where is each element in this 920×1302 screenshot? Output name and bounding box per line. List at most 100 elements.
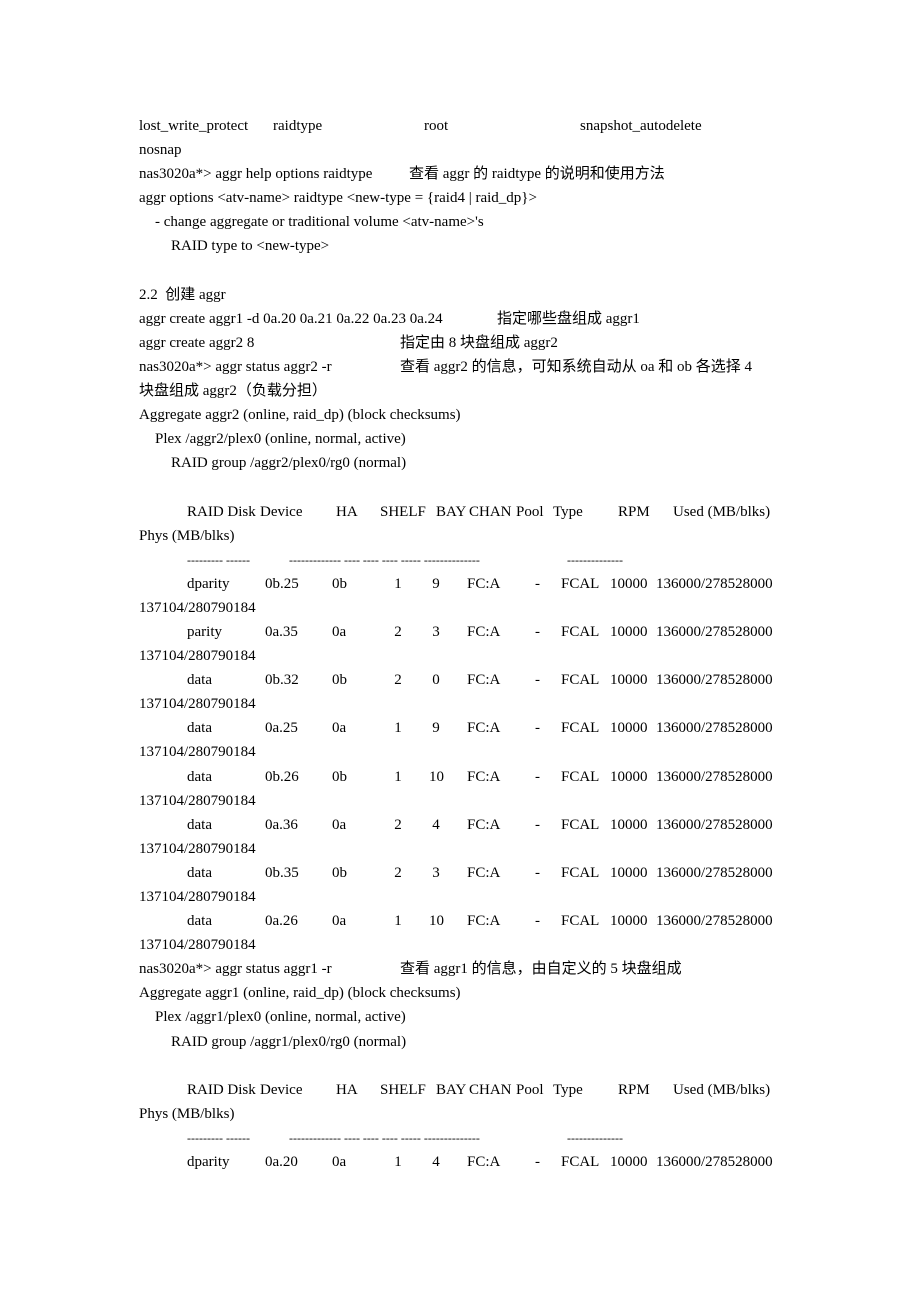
cell-device: 0b.25 xyxy=(265,575,299,592)
table-row: data 0b.26 0b 1 10 FC:A - FCAL 10000 136000/27852… xyxy=(139,765,799,789)
table-row-cont: 137104/280790184 xyxy=(139,596,799,620)
cell-raid: dparity xyxy=(187,575,230,592)
cell-pool: - xyxy=(535,575,540,592)
create-aggr1-note: 指定哪些盘组成 aggr1 xyxy=(497,310,640,327)
help-command: nas3020a*> aggr help options raidtype xyxy=(139,166,373,183)
cell-raid: data xyxy=(187,720,212,737)
cell-ha: 0a xyxy=(332,1154,347,1171)
cell-bay: 9 xyxy=(432,575,440,592)
cell-device: 0a.26 xyxy=(265,913,298,930)
cell-phys: 137104/280790184 xyxy=(139,744,256,761)
aggr2-plex: Plex /aggr2/plex0 (online, normal, activ… xyxy=(155,431,406,448)
cell-phys: 137104/280790184 xyxy=(139,648,256,665)
cell-phys: 137104/280790184 xyxy=(139,937,256,954)
table-row: data 0a.36 0a 2 4 FC:A - FCAL 10000 136000/278528… xyxy=(139,813,799,837)
help-command-line: nas3020a*> aggr help options raidtype 查看… xyxy=(139,162,799,186)
cell-shelf: 1 xyxy=(394,720,402,737)
dash-separator: -------------- xyxy=(567,1130,623,1145)
cell-ha: 0a xyxy=(332,720,347,737)
table-row-cont: 137104/280790184 xyxy=(139,789,799,813)
cell-used: 136000/278528000 xyxy=(656,575,773,592)
cell-type: FCAL xyxy=(561,768,600,785)
header-used: Used (MB/blks) xyxy=(673,503,771,520)
cell-device: 0a.20 xyxy=(265,1154,298,1171)
cell-used: 136000/278528000 xyxy=(656,816,773,833)
dash-separator: --------- ------ xyxy=(187,552,250,567)
cell-device: 0a.36 xyxy=(265,816,298,833)
cell-bay: 3 xyxy=(432,623,440,640)
create-aggr2-command: aggr create aggr2 8 xyxy=(139,334,255,351)
table-row-cont: 137104/280790184 xyxy=(139,837,799,861)
cell-device: 0b.35 xyxy=(265,864,299,881)
cell-used: 136000/278528000 xyxy=(656,864,773,881)
cell-raid: data xyxy=(187,816,212,833)
cell-phys: 137104/280790184 xyxy=(139,792,256,809)
cell-bay: 4 xyxy=(432,816,440,833)
table-row: dparity 0a.20 0a 1 4 FC:A - FCAL 10000 136000/278… xyxy=(139,1150,799,1174)
status-aggr2-note: 查看 aggr2 的信息，可知系统自动从 oa 和 ob 各选择 4 xyxy=(400,358,753,375)
cell-chan: FC:A xyxy=(467,816,501,833)
table-row-cont: 137104/280790184 xyxy=(139,740,799,764)
cell-shelf: 2 xyxy=(394,864,402,881)
header-shelf: SHELF xyxy=(380,1081,426,1098)
nosnap-line: nosnap xyxy=(139,142,182,159)
cell-device: 0a.35 xyxy=(265,623,298,640)
option-item: lost_write_protect xyxy=(139,118,249,134)
dash-separator: -------------- xyxy=(567,552,623,567)
cell-pool: - xyxy=(535,913,540,930)
header-rpm: RPM xyxy=(618,1081,650,1098)
option-item: raidtype xyxy=(273,118,323,134)
header-raid: RAID Disk xyxy=(187,503,256,520)
create-aggr2-line: aggr create aggr2 8 指定由 8 块盘组成 aggr2 xyxy=(139,331,799,355)
cell-chan: FC:A xyxy=(467,720,501,737)
cell-pool: - xyxy=(535,864,540,881)
header-ha: HA xyxy=(336,1081,358,1098)
cell-phys: 137104/280790184 xyxy=(139,889,256,905)
cell-rpm: 10000 xyxy=(610,768,648,785)
aggr2-disk-table: RAID Disk Device HA SHELF BAY CHAN Pool … xyxy=(139,500,799,958)
header-raid: RAID Disk xyxy=(187,1081,256,1098)
table-row: parity 0a.35 0a 2 3 FC:A - FCAL 10000 136000/2785… xyxy=(139,620,799,644)
create-aggr1-command: aggr create aggr1 -d 0a.20 0a.21 0a.22 0… xyxy=(139,310,443,327)
header-rpm: RPM xyxy=(618,503,650,520)
usage-desc-2: RAID type to <new-type> xyxy=(171,238,330,255)
cell-ha: 0b xyxy=(332,864,347,881)
cell-type: FCAL xyxy=(561,864,600,881)
header-shelf: SHELF xyxy=(380,503,426,520)
cell-bay: 10 xyxy=(429,768,444,785)
cell-pool: - xyxy=(535,816,540,833)
cell-bay: 3 xyxy=(432,864,440,881)
cell-shelf: 2 xyxy=(394,816,402,833)
option-item: root xyxy=(424,118,449,134)
cell-type: FCAL xyxy=(561,1154,600,1171)
cell-ha: 0a xyxy=(332,816,347,833)
aggr1-raid-group: RAID group /aggr1/plex0/rg0 (normal) xyxy=(171,1033,407,1050)
document-page: lost_write_protect raidtype root snapsho… xyxy=(139,114,799,1174)
table-dashes: --------- ------ ------------- ---- ----… xyxy=(139,548,799,572)
table-row: data 0a.26 0a 1 10 FC:A - FCAL 10000 136000/27852… xyxy=(139,909,799,933)
aggr1-header: Aggregate aggr1 (online, raid_dp) (block… xyxy=(139,985,461,1002)
cell-chan: FC:A xyxy=(467,768,501,785)
usage-line: aggr options <atv-name> raidtype <new-ty… xyxy=(139,190,537,207)
cell-shelf: 2 xyxy=(394,623,402,640)
cell-shelf: 1 xyxy=(394,768,402,785)
cell-shelf: 1 xyxy=(394,913,402,930)
usage-desc-1: - change aggregate or traditional volume… xyxy=(155,214,484,231)
cell-rpm: 10000 xyxy=(610,575,648,592)
cell-used: 136000/278528000 xyxy=(656,720,773,737)
cell-ha: 0b xyxy=(332,672,347,689)
header-pool: Pool xyxy=(516,1081,544,1098)
cell-rpm: 10000 xyxy=(610,816,648,833)
cell-rpm: 10000 xyxy=(610,864,648,881)
table-header: RAID Disk Device HA SHELF BAY CHAN Pool … xyxy=(139,500,799,524)
cell-type: FCAL xyxy=(561,816,600,833)
cell-chan: FC:A xyxy=(467,623,501,640)
table-row: dparity 0b.25 0b 1 9 FC:A - FCAL 10000 136000/278… xyxy=(139,572,799,596)
cell-used: 136000/278528000 xyxy=(656,768,773,785)
cell-bay: 4 xyxy=(432,1154,440,1171)
cell-bay: 0 xyxy=(432,672,440,689)
cell-ha: 0a xyxy=(332,623,347,640)
cell-type: FCAL xyxy=(561,720,600,737)
cell-raid: data xyxy=(187,768,212,785)
header-chan: CHAN xyxy=(469,1081,512,1098)
